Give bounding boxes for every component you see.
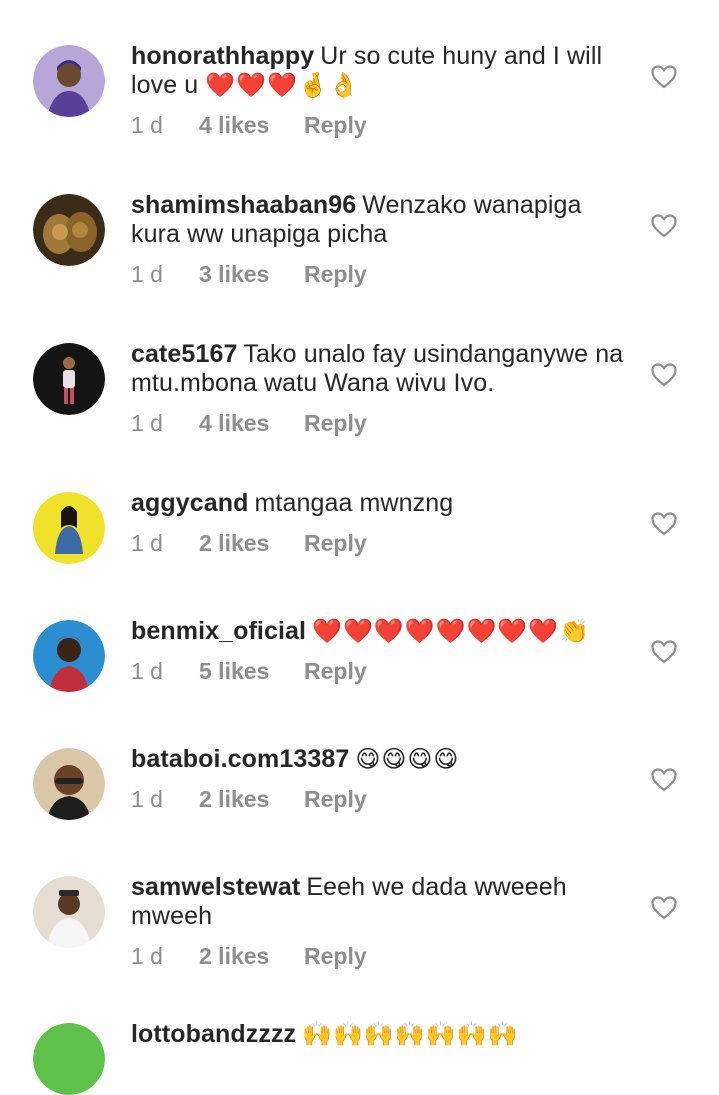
comment-emoji: ❤️❤️❤️🤞👌 xyxy=(205,71,360,99)
comment-likes[interactable]: 2 likes xyxy=(199,943,304,970)
comment-time: 1 d xyxy=(131,530,163,556)
comment-meta: 1 d 2 likes Reply xyxy=(131,943,367,970)
comment-emoji: 😋😋😋😋 xyxy=(355,745,460,773)
comment-time: 1 d xyxy=(131,658,163,684)
comment-emoji: 🙌🙌🙌🙌🙌🙌🙌 xyxy=(302,1020,519,1048)
comment-meta: 1 d 2 likes Reply xyxy=(131,530,367,557)
comment-time: 1 d xyxy=(131,410,163,436)
comment-likes[interactable]: 3 likes xyxy=(199,261,304,288)
heart-outline-icon[interactable] xyxy=(651,214,677,238)
comment-username[interactable]: honorathhappy xyxy=(131,42,314,70)
comment-text: bataboi.com13387 😋😋😋😋 xyxy=(131,745,636,774)
heart-outline-icon[interactable] xyxy=(651,363,677,387)
comment-text: benmix_oficial ❤️❤️❤️❤️❤️❤️❤️❤️👏 xyxy=(131,617,636,646)
comment-meta: 1 d 5 likes Reply xyxy=(131,658,367,685)
comment-text: samwelstewat Eeeh we dada wweeeh mweeh xyxy=(131,873,636,931)
reply-button[interactable]: Reply xyxy=(304,658,367,685)
reply-button[interactable]: Reply xyxy=(304,943,367,970)
heart-outline-icon[interactable] xyxy=(651,768,677,792)
comment-text: honorathhappy Ur so cute huny and I will … xyxy=(131,42,636,100)
avatar[interactable] xyxy=(33,748,105,820)
comment-text: aggycand mtangaa mwnzng xyxy=(131,489,636,518)
comment-username[interactable]: cate5167 xyxy=(131,340,237,368)
reply-button[interactable]: Reply xyxy=(304,530,367,557)
comment-text: shamimshaaban96 Wenzako wanapiga kura ww … xyxy=(131,191,636,249)
comment-meta: 1 d 3 likes Reply xyxy=(131,261,367,288)
comment-username[interactable]: shamimshaaban96 xyxy=(131,191,356,219)
comment-message: mtangaa mwnzng xyxy=(254,489,454,517)
comment-username[interactable]: samwelstewat xyxy=(131,873,300,901)
comment-username[interactable]: lottobandzzzz xyxy=(131,1020,296,1048)
avatar[interactable] xyxy=(33,194,105,266)
reply-button[interactable]: Reply xyxy=(304,786,367,813)
heart-outline-icon[interactable] xyxy=(651,640,677,664)
avatar[interactable] xyxy=(33,492,105,564)
heart-outline-icon[interactable] xyxy=(651,896,677,920)
comment-meta: 1 d 2 likes Reply xyxy=(131,786,367,813)
comment-time: 1 d xyxy=(131,261,163,287)
avatar[interactable] xyxy=(33,1023,105,1095)
comment-username[interactable]: bataboi.com13387 xyxy=(131,745,349,773)
comment-likes[interactable]: 5 likes xyxy=(199,658,304,685)
avatar[interactable] xyxy=(33,45,105,117)
heart-outline-icon[interactable] xyxy=(651,512,677,536)
comment-time: 1 d xyxy=(131,943,163,969)
comment-likes[interactable]: 4 likes xyxy=(199,112,304,139)
comment-likes[interactable]: 2 likes xyxy=(199,530,304,557)
comment-likes[interactable]: 4 likes xyxy=(199,410,304,437)
avatar[interactable] xyxy=(33,876,105,948)
comment-username[interactable]: aggycand xyxy=(131,489,249,517)
avatar[interactable] xyxy=(33,343,105,415)
comment-meta: 1 d 4 likes Reply xyxy=(131,410,367,437)
reply-button[interactable]: Reply xyxy=(304,112,367,139)
comment-emoji: ❤️❤️❤️❤️❤️❤️❤️❤️👏 xyxy=(312,617,591,645)
comment-time: 1 d xyxy=(131,786,163,812)
comment-time: 1 d xyxy=(131,112,163,138)
reply-button[interactable]: Reply xyxy=(304,261,367,288)
comment-meta: 1 d 4 likes Reply xyxy=(131,112,367,139)
avatar[interactable] xyxy=(33,620,105,692)
comment-username[interactable]: benmix_oficial xyxy=(131,617,306,645)
reply-button[interactable]: Reply xyxy=(304,410,367,437)
comment-likes[interactable]: 2 likes xyxy=(199,786,304,813)
comment-text: cate5167 Tako unalo fay usindanganywe na … xyxy=(131,340,636,398)
heart-outline-icon[interactable] xyxy=(651,65,677,89)
